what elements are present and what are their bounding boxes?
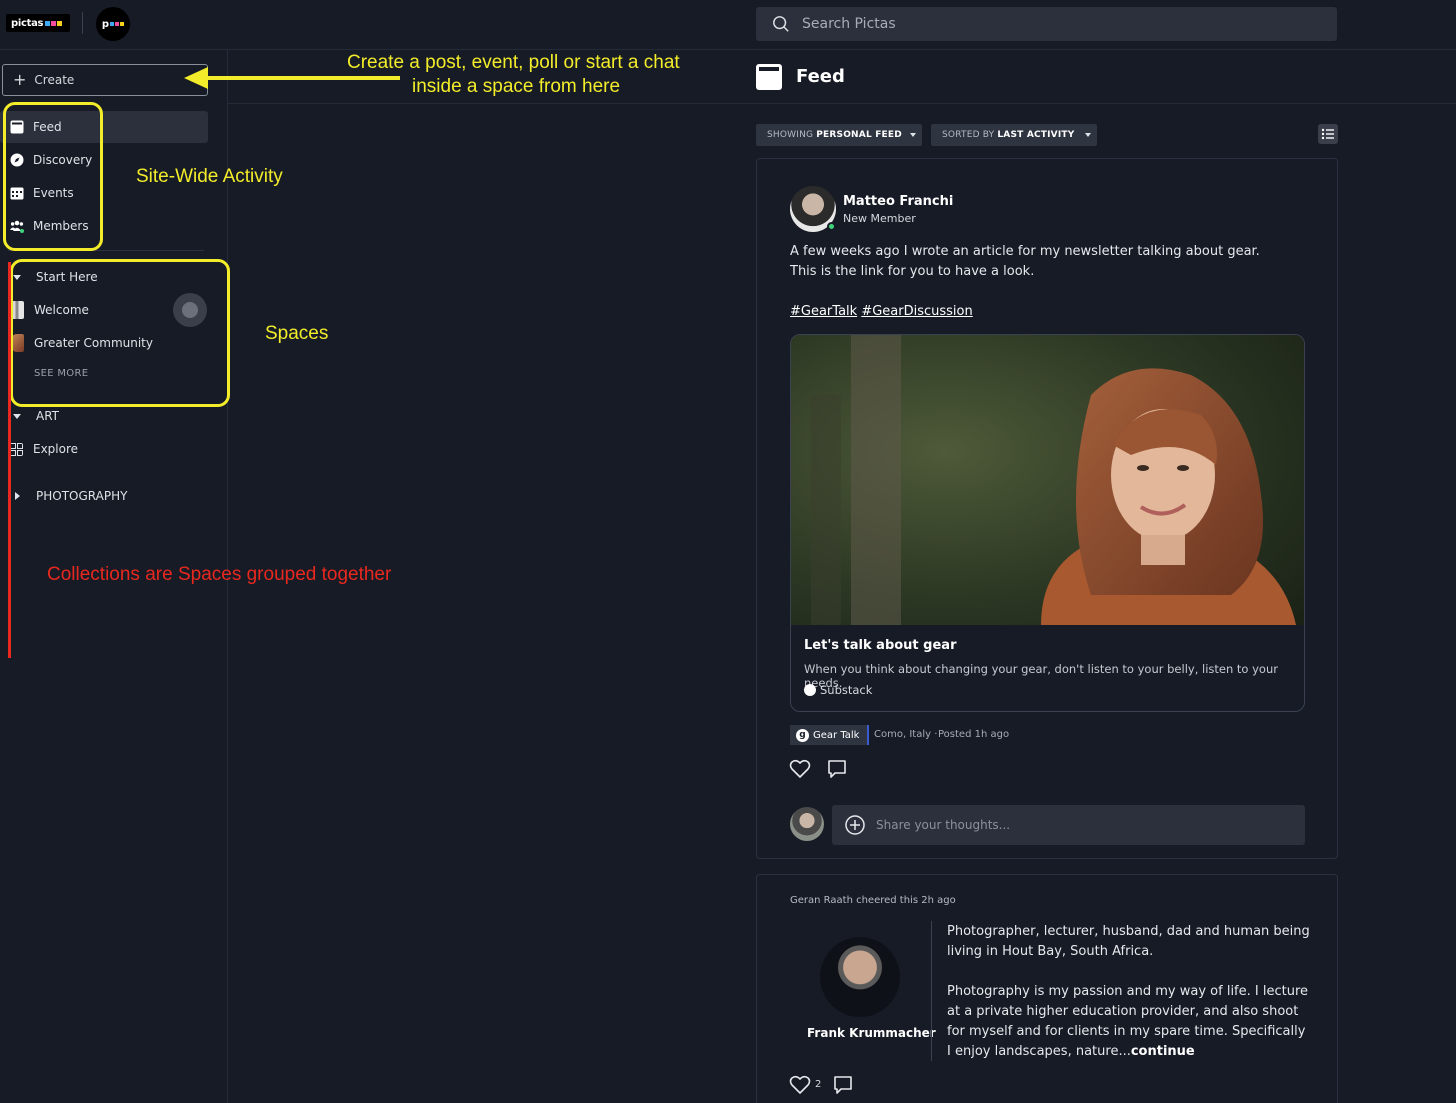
top-bar: pictas p Search Pictas (0, 0, 1456, 50)
sort-prefix: SORTED BY (942, 130, 995, 140)
space-badge-icon: g (796, 728, 809, 742)
add-circle-icon[interactable] (845, 815, 865, 835)
filter-value: PERSONAL FEED (816, 130, 902, 140)
link-preview-card[interactable]: Let's talk about gear When you think abo… (790, 334, 1305, 712)
create-label: Create (34, 73, 75, 87)
space-label: Explore (33, 442, 79, 456)
chevron-right-icon (15, 492, 20, 500)
brand-name: pictas (11, 17, 44, 29)
link-source-label: Substack (820, 683, 873, 697)
link-preview-title: Let's talk about gear (804, 638, 957, 653)
space-badge[interactable]: g Gear Talk (790, 725, 870, 745)
create-button[interactable]: + Create (2, 64, 208, 96)
hashtag-link[interactable]: #GearTalk (790, 304, 857, 319)
search-bar[interactable]: Search Pictas (756, 7, 1337, 41)
current-user-avatar (790, 807, 824, 841)
annotation-spaces: Spaces (265, 323, 329, 344)
plus-icon: + (13, 70, 27, 89)
community-logo-text: p (101, 18, 110, 30)
annotation-collections-line (8, 262, 11, 658)
post-body-line: This is the link for you to have a look. (790, 264, 1035, 279)
grid-icon (10, 442, 23, 456)
sort-value: LAST ACTIVITY (997, 130, 1075, 140)
post-location: Como, Italy · (874, 729, 938, 740)
author-role: New Member (843, 212, 916, 225)
space-explore[interactable]: Explore (10, 434, 210, 464)
comment-input[interactable]: Share your thoughts... (832, 805, 1305, 845)
post-hashtags: #GearTalk #GearDiscussion (790, 302, 973, 322)
page-title: Feed (796, 66, 845, 87)
feed-icon (756, 64, 782, 90)
cheer-note: Geran Raath cheered this 2h ago (790, 895, 956, 906)
search-placeholder: Search Pictas (802, 16, 896, 32)
continue-link[interactable]: continue (1131, 1044, 1195, 1059)
collection-label: ART (36, 409, 60, 423)
substack-icon (804, 684, 816, 696)
member-bio: Photographer, lecturer, husband, dad and… (947, 922, 1312, 1062)
filter-prefix: SHOWING (767, 130, 814, 140)
space-badge-label: Gear Talk (813, 729, 860, 741)
logo-dots (45, 20, 63, 26)
chevron-down-icon (13, 413, 21, 419)
divider (931, 921, 932, 1061)
annotation-spaces-box (10, 259, 230, 407)
bio-paragraph: Photographer, lecturer, husband, dad and… (947, 924, 1310, 959)
member-name[interactable]: Frank Krummacher (807, 1026, 936, 1040)
pictas-logo[interactable]: pictas (6, 14, 70, 32)
online-indicator (827, 222, 836, 231)
bio-text: Photography is my passion and my way of … (947, 984, 1309, 1059)
search-icon (773, 16, 789, 32)
post-body-line: A few weeks ago I wrote an article for m… (790, 244, 1260, 259)
collection-label: PHOTOGRAPHY (36, 489, 128, 503)
annotation-site-wide-box (3, 102, 103, 251)
comment-icon[interactable] (826, 758, 848, 780)
post-timestamp: Posted 1h ago (938, 729, 1010, 740)
comment-icon[interactable] (832, 1074, 854, 1096)
post-author[interactable]: Matteo Franchi (843, 194, 953, 209)
comment-placeholder: Share your thoughts... (876, 818, 1011, 832)
feed-header: Feed (228, 50, 1456, 104)
heart-icon[interactable] (789, 758, 811, 780)
post-card: Matteo Franchi New Member A few weeks ag… (756, 158, 1338, 859)
list-view-toggle[interactable] (1318, 124, 1338, 144)
annotation-collections: Collections are Spaces grouped together (47, 564, 392, 585)
logo-divider (82, 12, 83, 34)
collection-photography[interactable]: PHOTOGRAPHY (10, 481, 210, 511)
feed-filter-dropdown[interactable]: SHOWING PERSONAL FEED (756, 124, 922, 146)
chevron-down-icon (1085, 133, 1091, 137)
like-count: 2 (815, 1079, 822, 1090)
heart-icon[interactable] (789, 1074, 811, 1096)
bio-paragraph: Photography is my passion and my way of … (947, 982, 1312, 1062)
chevron-down-icon (910, 133, 916, 137)
member-card: Geran Raath cheered this 2h ago Frank Kr… (756, 874, 1338, 1103)
link-preview-source: Substack (804, 683, 872, 697)
list-icon (1321, 128, 1334, 140)
hashtag-link[interactable]: #GearDiscussion (861, 304, 972, 319)
annotation-site-wide: Site-Wide Activity (136, 166, 283, 187)
member-avatar[interactable] (820, 937, 900, 1017)
link-preview-description: When you think about changing your gear,… (804, 662, 1278, 690)
link-preview-image (791, 335, 1304, 625)
community-logo[interactable]: p (96, 7, 130, 41)
feed-sort-dropdown[interactable]: SORTED BY LAST ACTIVITY (931, 124, 1097, 146)
